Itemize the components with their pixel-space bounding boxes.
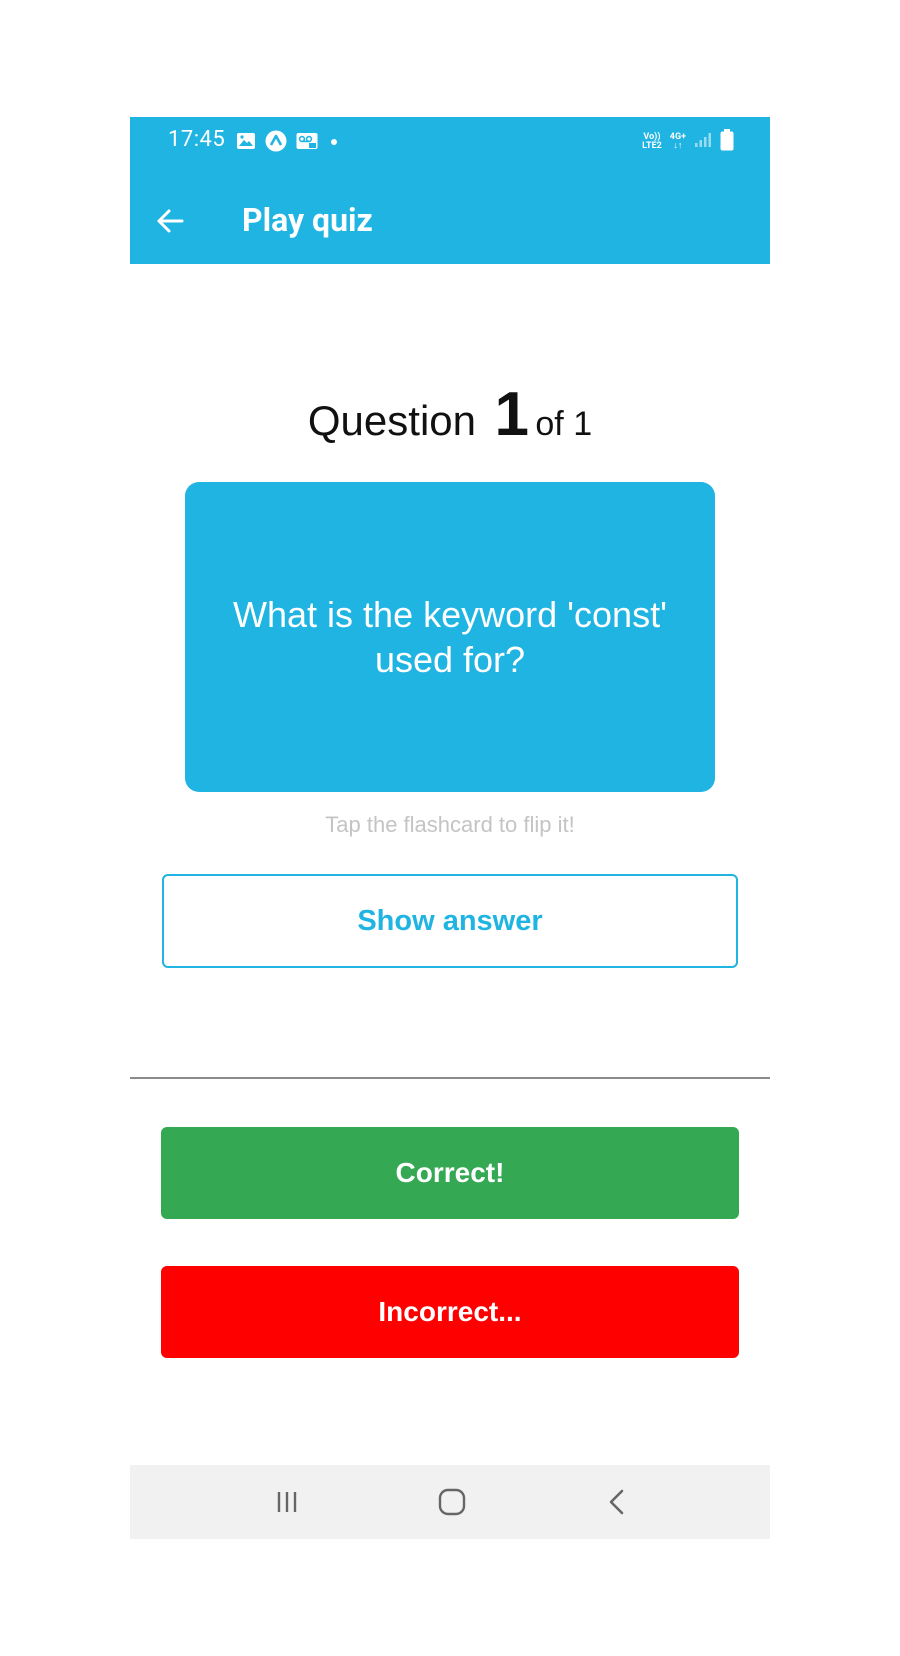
system-back-button[interactable] xyxy=(597,1482,637,1522)
status-icons-left xyxy=(236,130,341,156)
correct-button[interactable]: Correct! xyxy=(161,1127,739,1219)
status-icons-right: Vo)) LTE2 4G+ ↓↑ xyxy=(642,129,734,155)
divider xyxy=(130,1077,770,1079)
dot-icon xyxy=(327,134,341,153)
recents-icon xyxy=(277,1492,297,1512)
lte-label: LTE2 xyxy=(642,141,662,151)
back-button[interactable] xyxy=(152,203,188,239)
show-answer-button[interactable]: Show answer xyxy=(162,874,738,968)
question-total: of 1 xyxy=(535,405,593,443)
arrow-left-icon xyxy=(157,209,184,233)
system-nav-bar xyxy=(130,1465,770,1539)
app-icon xyxy=(265,130,287,156)
flashcard[interactable]: What is the keyword 'const' used for? xyxy=(185,482,715,792)
battery-icon xyxy=(720,129,734,155)
recents-button[interactable] xyxy=(267,1482,307,1522)
signal-icon xyxy=(694,132,712,152)
image-icon xyxy=(236,132,256,154)
volte-indicator: Vo)) LTE2 xyxy=(642,133,662,151)
incorrect-button[interactable]: Incorrect... xyxy=(161,1266,739,1358)
home-button[interactable] xyxy=(432,1482,472,1522)
data-arrows-icon: ↓↑ xyxy=(673,141,683,151)
home-icon xyxy=(438,1488,466,1516)
phone-screen: 17:45 Vo)) LTE2 4G+ ↓↑ Play quiz Questio… xyxy=(130,117,770,1539)
status-bar: 17:45 Vo)) LTE2 4G+ ↓↑ xyxy=(130,117,770,165)
question-current-number: 1 xyxy=(494,380,529,449)
status-time: 17:45 xyxy=(168,127,226,152)
voicemail-icon xyxy=(296,132,318,154)
back-icon xyxy=(609,1489,624,1515)
page-title: Play quiz xyxy=(242,201,373,239)
app-bar: 17:45 Vo)) LTE2 4G+ ↓↑ Play quiz xyxy=(130,117,770,264)
flashcard-question: What is the keyword 'const' used for? xyxy=(233,594,667,680)
question-word: Question xyxy=(307,397,476,444)
flip-hint: Tap the flashcard to flip it! xyxy=(325,812,575,837)
network-indicator: 4G+ ↓↑ xyxy=(670,133,686,151)
question-counter: Question 1 of 1 xyxy=(130,379,770,450)
